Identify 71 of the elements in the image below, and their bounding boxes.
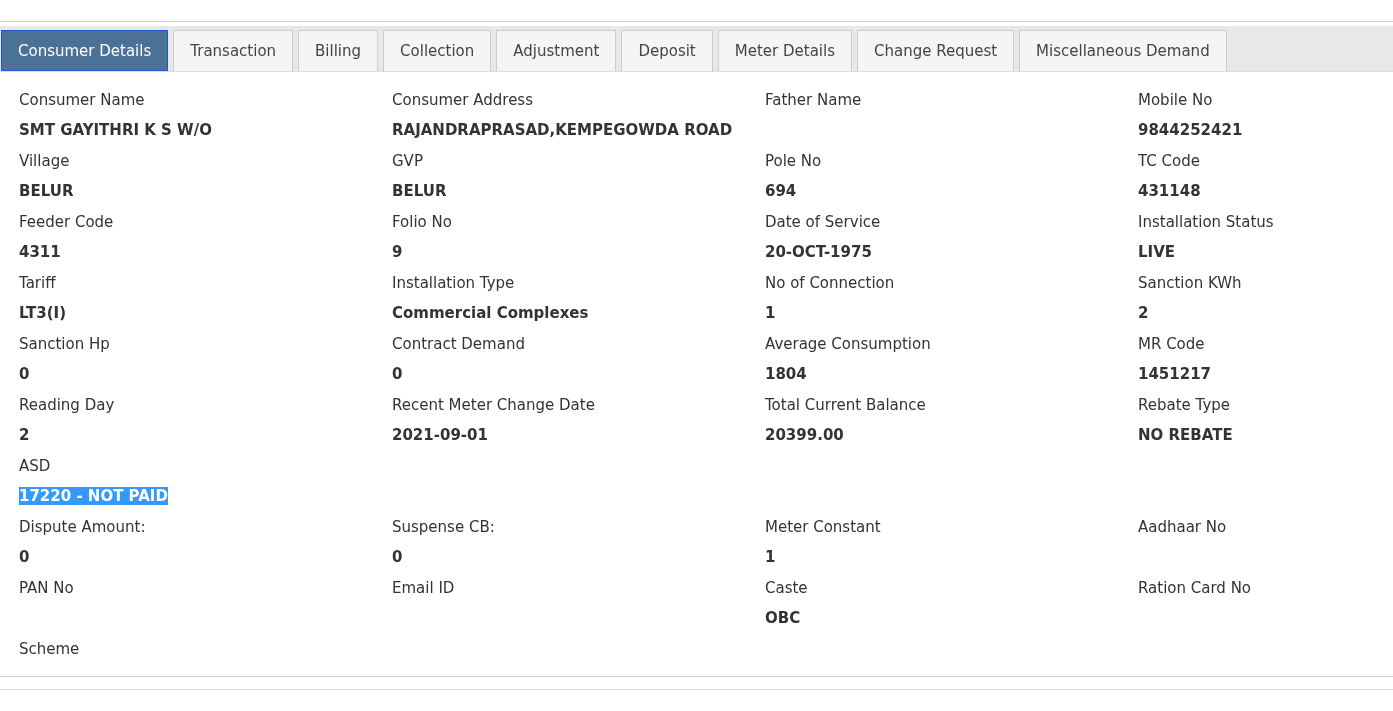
field-value: 0: [392, 365, 403, 383]
field-label: Installation Type: [392, 273, 516, 294]
field-value: BELUR: [392, 182, 447, 200]
field-label: Consumer Name: [19, 90, 146, 111]
field-label: Consumer Address: [392, 90, 534, 111]
field-value: 9: [392, 243, 403, 261]
field-label: Total Current Balance: [765, 395, 927, 416]
tab[interactable]: Transaction: [173, 30, 294, 71]
field-value: BELUR: [19, 182, 74, 200]
field-label: Reading Day: [19, 395, 116, 416]
field-label: Email ID: [392, 578, 456, 599]
field-value: Commercial Complexes: [392, 304, 589, 322]
field-value: 2021-09-01: [392, 426, 488, 444]
field-value: 9844252421: [1138, 121, 1243, 139]
field-value: 2: [19, 426, 30, 444]
tab[interactable]: Miscellaneous Demand: [1019, 30, 1227, 71]
field-value: SMT GAYITHRI K S W/O: [19, 121, 212, 139]
field-label: Ration Card No: [1138, 578, 1253, 599]
field-label: Father Name: [765, 90, 863, 111]
field-label: Feeder Code: [19, 212, 115, 233]
field-label: Village: [19, 151, 71, 172]
field-value: 1: [765, 304, 776, 322]
tab[interactable]: Consumer Details: [1, 30, 169, 71]
field-label: Dispute Amount:: [19, 517, 147, 538]
field-label: Scheme: [19, 639, 81, 660]
field-label: Aadhaar No: [1138, 517, 1228, 538]
field-value: 20399.00: [765, 426, 844, 444]
field-label: Contract Demand: [392, 334, 526, 355]
field-value: 1: [765, 548, 776, 566]
field-value: 17220 - NOT PAID: [19, 487, 168, 505]
field-value: 4311: [19, 243, 61, 261]
tab[interactable]: Adjustment: [496, 30, 617, 71]
field-value: 1451217: [1138, 365, 1212, 383]
field-value: 2: [1138, 304, 1149, 322]
field-label: PAN No: [19, 578, 75, 599]
field-label: MR Code: [1138, 334, 1206, 355]
tab[interactable]: Billing: [298, 30, 379, 71]
field-value: 20-OCT-1975: [765, 243, 872, 261]
field-label: Rebate Type: [1138, 395, 1232, 416]
field-value: 0: [19, 548, 30, 566]
field-label: Pole No: [765, 151, 823, 172]
field-label: TC Code: [1138, 151, 1201, 172]
field-value: NO REBATE: [1138, 426, 1233, 444]
field-label: Folio No: [392, 212, 453, 233]
field-value: 0: [392, 548, 403, 566]
field-value: RAJANDRAPRASAD,KEMPEGOWDA ROAD: [392, 121, 733, 139]
field-value: 431148: [1138, 182, 1201, 200]
field-label: Suspense CB:: [392, 517, 496, 538]
field-label: Mobile No: [1138, 90, 1214, 111]
field-label: Installation Status: [1138, 212, 1275, 233]
tab[interactable]: Meter Details: [717, 30, 852, 71]
field-value: 694: [765, 182, 797, 200]
field-label: Sanction KWh: [1138, 273, 1243, 294]
field-label: Meter Constant: [765, 517, 882, 538]
field-label: Sanction Hp: [19, 334, 111, 355]
field-label: Date of Service: [765, 212, 882, 233]
field-value: 0: [19, 365, 30, 383]
tab[interactable]: Change Request: [856, 30, 1015, 71]
tab[interactable]: Collection: [383, 30, 492, 71]
field-label: ASD: [19, 456, 52, 477]
field-label: No of Connection: [765, 273, 896, 294]
field-label: GVP: [392, 151, 424, 172]
field-label: Recent Meter Change Date: [392, 395, 596, 416]
field-value: LIVE: [1138, 243, 1175, 261]
field-label: Average Consumption: [765, 334, 932, 355]
field-value: 1804: [765, 365, 807, 383]
tab[interactable]: Deposit: [621, 30, 713, 71]
field-value: LT3(I): [19, 304, 67, 322]
field-label: Tariff: [19, 273, 57, 294]
field-label: Caste: [765, 578, 809, 599]
field-value: OBC: [765, 609, 801, 627]
